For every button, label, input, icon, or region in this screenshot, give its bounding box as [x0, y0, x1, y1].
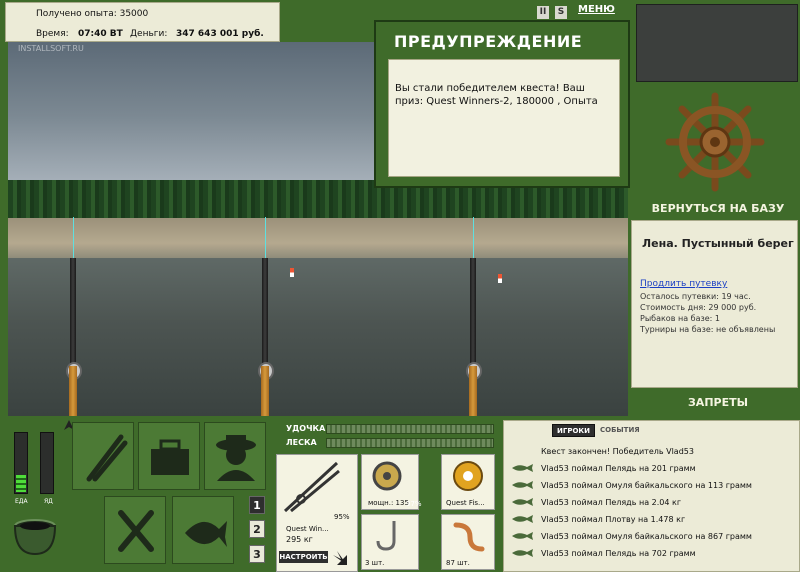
fishers-count: Рыбаков на базе: 1 [640, 314, 720, 323]
location-title: Лена. Пустынный берег [642, 237, 794, 250]
fish-icon [512, 498, 533, 506]
food-tile[interactable] [104, 496, 166, 564]
time-value: 07:40 ВТ [78, 29, 123, 39]
log-entry-text: Vlad53 поймал Пелядь на 201 грамм [541, 464, 696, 473]
fish-icon [512, 481, 533, 489]
reel-percent: 97% [406, 500, 422, 508]
cauldron-icon[interactable] [10, 512, 60, 560]
log-entry: Vlad53 поймал Омуля байкальского на 113 … [504, 478, 794, 494]
line-label: ЛЕСКА [286, 438, 317, 447]
rods-icon [86, 434, 128, 482]
food-gauge [14, 432, 28, 494]
rod-label: УДОЧКА [286, 424, 326, 433]
experience-text: Получено опыта: 35000 [36, 9, 149, 19]
time-label: Время: [36, 29, 69, 39]
tacklebox-tile[interactable] [138, 422, 200, 490]
watermark: INSTALLSOFT.RU [18, 44, 84, 53]
money-value: 347 643 001 руб. [176, 29, 264, 39]
event-log-panel: ИГРОКИ СОБЫТИЯ Квест закончен! Победител… [503, 420, 800, 572]
fishing-line-3 [473, 217, 474, 259]
warning-message: Вы стали победителем квеста! Ваш приз: Q… [388, 59, 620, 177]
fisherman-tile[interactable] [204, 422, 266, 490]
reel-icon [372, 461, 402, 491]
extend-permit-link[interactable]: Продлить путевку [640, 279, 727, 289]
log-entry-text: Vlad53 поймал Плотву на 1.478 кг [541, 515, 686, 524]
fish-icon [512, 549, 533, 557]
fishing-line-card[interactable]: Quest Fis... [441, 454, 495, 510]
fish-icon [185, 521, 227, 547]
poison-gauge [40, 432, 54, 494]
slot-1-button[interactable]: 1 [249, 496, 265, 514]
fish-tile[interactable] [172, 496, 234, 564]
fish-icon [512, 515, 533, 523]
log-entry: Vlad53 поймал Плотву на 1.478 кг [504, 512, 794, 528]
slot-3-button[interactable]: 3 [249, 545, 265, 563]
tackle-tile[interactable] [72, 422, 134, 490]
log-entry: Vlad53 поймал Пелядь на 702 грамм [504, 546, 794, 562]
log-entry: Vlad53 поймал Пелядь на 2.04 кг [504, 495, 794, 511]
player-info-panel: Получено опыта: 35000 Время: 07:40 ВТ Де… [5, 2, 280, 42]
restrictions-button[interactable]: ЗАПРЕТЫ [636, 396, 800, 409]
log-entry-text: Vlad53 поймал Пелядь на 702 грамм [541, 549, 696, 558]
line-spool-icon [453, 461, 483, 491]
tackle-panel: УДОЧКА ЛЕСКА Quest Win... 295 кг 95% НАС… [276, 418, 498, 572]
sound-icon[interactable]: S [555, 6, 567, 19]
knife-fork-icon [118, 510, 154, 552]
line-name: Quest Fis... [446, 499, 485, 507]
log-entry: Vlad53 поймал Омуля байкальского на 867 … [504, 529, 794, 545]
pause-icon[interactable]: II [537, 6, 549, 19]
menu-button[interactable]: МЕНЮ [578, 4, 615, 15]
tacklebox-icon [151, 439, 189, 475]
permit-remaining: Осталось путевки: 19 час. [640, 292, 751, 301]
rod-handle-2[interactable] [261, 366, 269, 416]
float-2 [498, 274, 502, 283]
slot-2-button[interactable]: 2 [249, 520, 265, 538]
hooks-count: 3 шт. [365, 559, 385, 567]
worm-icon [453, 522, 485, 552]
rod-icon [283, 461, 340, 513]
hook-card[interactable]: 3 шт. [361, 514, 419, 570]
poison-label: ЯД [44, 498, 53, 505]
warning-title: ПРЕДУПРЕЖДЕНИЕ [394, 32, 583, 51]
fisherman-icon [216, 435, 256, 481]
rod-capacity: 295 кг [286, 535, 313, 544]
rod-bar [326, 424, 494, 434]
arrow-down-right-icon[interactable] [333, 551, 347, 565]
rod-handle-3[interactable] [469, 366, 477, 416]
fishing-line-2 [265, 217, 266, 259]
line-bar [326, 438, 494, 448]
rod-name: Quest Win... [286, 525, 329, 533]
hook-icon [376, 521, 396, 551]
tab-players[interactable]: ИГРОКИ [552, 424, 595, 437]
ship-wheel-icon[interactable] [665, 92, 765, 192]
bait-count: 87 шт. [446, 559, 470, 567]
day-cost: Стоимость дня: 29 000 руб. [640, 303, 757, 312]
tab-events[interactable]: СОБЫТИЯ [596, 424, 644, 437]
return-to-base-button[interactable]: ВЕРНУТЬСЯ НА БАЗУ [636, 202, 800, 215]
log-entry: Vlad53 поймал Пелядь на 201 грамм [504, 461, 794, 477]
fish-icon [512, 464, 533, 472]
rod-handle-1[interactable] [69, 366, 77, 416]
bait-card[interactable]: 87 шт. [441, 514, 495, 570]
shore [8, 218, 628, 260]
reel-caption: мощн.: 135 [368, 499, 409, 507]
setup-button[interactable]: НАСТРОИТЬ [279, 551, 328, 563]
fishing-line-1 [73, 217, 74, 259]
money-label: Деньги: [130, 29, 168, 39]
quest-finished-text: Квест закончен! Победитель Vlad53 [541, 447, 694, 456]
float-1 [290, 268, 294, 277]
tournaments-info: Турниры на базе: не объявлены [640, 325, 776, 334]
warning-dialog[interactable]: ПРЕДУПРЕЖДЕНИЕ Вы стали победителем квес… [374, 20, 630, 188]
food-gauge-fill [16, 475, 26, 492]
fish-icon [512, 532, 533, 540]
log-entry-text: Vlad53 поймал Омуля байкальского на 867 … [541, 532, 752, 541]
log-entry-text: Vlad53 поймал Пелядь на 2.04 кг [541, 498, 682, 507]
log-entry-text: Vlad53 поймал Омуля байкальского на 113 … [541, 481, 752, 490]
food-label: ЕДА [15, 498, 28, 505]
minimap-box [636, 4, 798, 82]
rod-percent: 95% [334, 513, 350, 521]
location-panel: Лена. Пустынный берег Продлить путевку О… [631, 220, 798, 388]
water[interactable] [8, 258, 628, 416]
